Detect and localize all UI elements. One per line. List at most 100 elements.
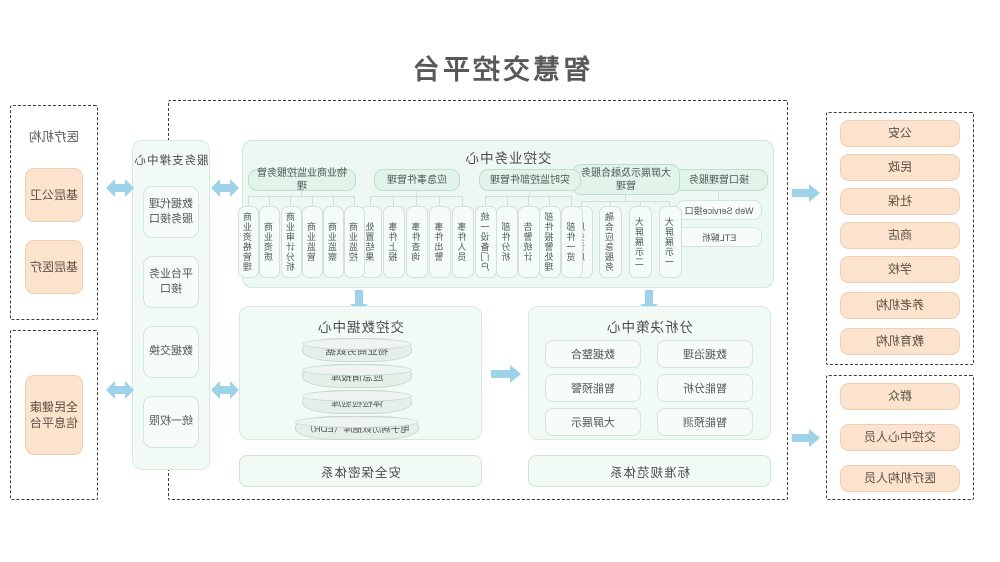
item-component-analysis[interactable]: 部件分析: [496, 206, 518, 278]
user-center-staff[interactable]: 交控中心人员: [840, 424, 960, 451]
actor-label: 教育机构: [876, 334, 925, 349]
actor-label: 商店: [888, 228, 913, 243]
connector: [439, 196, 440, 206]
analysis-item-smart-analysis[interactable]: 智能分析: [657, 374, 753, 402]
database-emr[interactable]: 电子病历数据库（EDR）: [295, 416, 419, 440]
analysis-center-title: 分析决策中心: [606, 320, 693, 335]
item-event-query[interactable]: 事件查询: [406, 206, 428, 278]
item-label: 统一权限: [149, 415, 193, 428]
connector: [528, 196, 529, 206]
connector: [416, 196, 417, 206]
user-label: 群众: [888, 389, 913, 404]
item-business-monitor[interactable]: 商业监控: [344, 206, 365, 278]
group-header-realtime-component[interactable]: 实时监控部件管理: [479, 169, 581, 191]
connector: [290, 196, 291, 206]
analysis-item-smart-prediction[interactable]: 智能预测: [657, 408, 753, 436]
item-label: 事件查询: [411, 222, 422, 262]
actor-gongan[interactable]: 公安: [840, 120, 960, 147]
connector: [485, 196, 486, 206]
item-label: 大屏展示一: [664, 217, 675, 267]
item-alarm-statistics[interactable]: 告警统计: [518, 206, 540, 278]
group-header-emergency-event[interactable]: 应急事件管理: [374, 169, 460, 191]
right-medical-group-title: 医疗机构: [29, 130, 80, 144]
analysis-item-bigscreen-display[interactable]: 大屏展示: [545, 408, 641, 436]
database-label: 应急情报库: [330, 370, 384, 383]
support-item-unified-permission[interactable]: 统一权限: [143, 396, 199, 448]
support-to-medical-arrow-icon: [106, 178, 134, 198]
item-label: 处置结果: [365, 222, 376, 262]
group-header-interface-service[interactable]: 接口管理服务: [670, 169, 768, 191]
item-bigscreen-2[interactable]: 大屏展示二: [629, 206, 652, 278]
data-to-support-arrow-icon: [211, 380, 239, 400]
item-event-dispatch[interactable]: 事件出警: [429, 206, 451, 278]
item-label: 部件分析: [501, 222, 512, 262]
item-fusion-emergency-service[interactable]: 融合应急服务: [599, 206, 622, 278]
user-medical-staff[interactable]: 医疗机构人员: [840, 465, 960, 492]
item-web-service-interface[interactable]: Web Service接口: [676, 200, 762, 220]
database-label: 物业商务数据: [325, 344, 389, 357]
actor-shebao[interactable]: 社保: [840, 188, 960, 215]
item-label: 数据治理: [683, 349, 727, 361]
connector: [312, 196, 313, 206]
item-component-alarm-handling[interactable]: 部件报警处理: [539, 206, 561, 278]
item-business-supervise[interactable]: 商业监管: [302, 206, 323, 278]
bottom-bar-standards[interactable]: 标准规范体系: [528, 455, 771, 487]
platform-item-health-info[interactable]: 全民健康信息平台: [25, 375, 83, 455]
support-item-data-proxy-interface[interactable]: 数据代理服务接口: [143, 186, 199, 238]
item-label: 智能分析: [683, 383, 727, 395]
item-business-audit-analysis[interactable]: 商业审计分析: [281, 206, 302, 278]
item-label: 数据整合: [571, 349, 615, 361]
connector: [718, 191, 719, 200]
item-component-list[interactable]: 部件一览: [561, 206, 583, 278]
user-qunzhong[interactable]: 群众: [840, 383, 960, 410]
bottom-bar-label: 安全保密体系: [320, 465, 402, 480]
item-label: 融合应急服务: [604, 212, 615, 272]
medical-item-public-health[interactable]: 基层公卫: [25, 168, 83, 222]
actor-label: 养老机构: [876, 298, 925, 313]
medical-item-primary-care[interactable]: 基层医疗: [25, 240, 83, 294]
connector: [248, 196, 249, 206]
business-to-support-arrow-icon: [211, 178, 239, 198]
group-header-label: 应急事件管理: [387, 174, 447, 186]
actor-shangdian[interactable]: 商店: [840, 222, 960, 249]
actor-jiaoyu[interactable]: 教育机构: [840, 328, 960, 355]
item-business-qualification[interactable]: 商业资质: [259, 206, 280, 278]
group-header-bigscreen-service[interactable]: 大屏展示及融合服务管理: [572, 164, 680, 195]
user-label: 交控中心人员: [864, 430, 937, 445]
connector: [370, 196, 371, 206]
analysis-item-data-governance[interactable]: 数据治理: [657, 340, 753, 368]
support-item-data-exchange[interactable]: 数据交换: [143, 326, 199, 378]
item-bigscreen-1[interactable]: 大屏展示一: [659, 206, 682, 278]
item-business-inspect[interactable]: 商业监察: [323, 206, 344, 278]
item-etl-parse[interactable]: ETL解析: [676, 227, 762, 247]
connector: [486, 196, 572, 197]
item-event-personnel[interactable]: 事件人员: [452, 206, 474, 278]
actor-xuexiao[interactable]: 学校: [840, 256, 960, 283]
item-label: 商业资质: [263, 222, 274, 262]
actor-yanglao[interactable]: 养老机构: [840, 292, 960, 319]
left-actors-arrow-icon: [791, 183, 821, 203]
connector: [462, 196, 463, 206]
group-header-property-business[interactable]: 物业商业监控服务管理: [248, 168, 356, 192]
item-label: 数据交换: [149, 345, 193, 358]
item-label: 智能预警: [571, 383, 615, 395]
support-item-platform-business-interface[interactable]: 平台业务接口: [143, 256, 199, 308]
database-property-business[interactable]: 物业商务数据: [302, 338, 412, 362]
group-header-label: 大屏展示及融合服务管理: [581, 167, 671, 192]
business-center-title: 交控业务中心: [464, 151, 552, 166]
item-label: ETL解析: [701, 232, 737, 243]
item-business-credential-mgmt[interactable]: 商业资格管理: [238, 206, 259, 278]
database-exam-lab[interactable]: 体检检验库: [302, 390, 412, 414]
analysis-item-smart-alert[interactable]: 智能预警: [545, 374, 641, 402]
actor-minzheng[interactable]: 民政: [840, 154, 960, 181]
analysis-item-data-integration[interactable]: 数据整合: [545, 340, 641, 368]
connector: [571, 196, 572, 206]
group-header-label: 接口管理服务: [689, 174, 749, 186]
actor-label: 学校: [888, 262, 913, 277]
database-emergency-intel[interactable]: 应急情报库: [302, 364, 412, 388]
bottom-bar-security[interactable]: 安全保密体系: [239, 455, 482, 487]
item-event-report[interactable]: 事件上报: [383, 206, 405, 278]
item-unified-device-portal[interactable]: 统一设备门户: [475, 206, 497, 278]
item-label: 商业审计分析: [285, 212, 296, 272]
item-label: Web Service接口: [684, 205, 754, 216]
